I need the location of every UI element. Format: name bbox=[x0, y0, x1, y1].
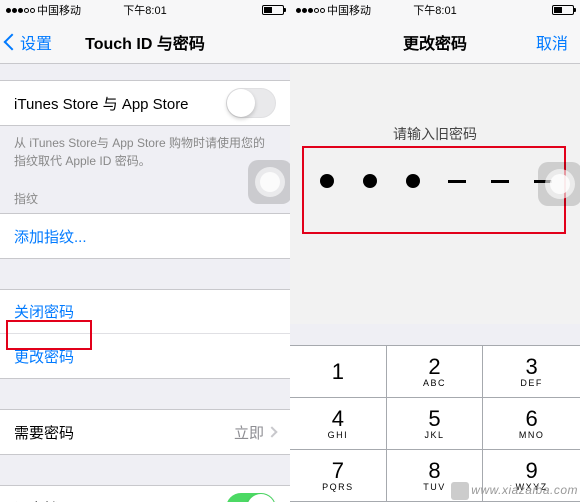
toggle-voice-dial[interactable] bbox=[226, 493, 276, 502]
status-bar: 中国移动 下午8:01 bbox=[0, 0, 290, 20]
change-passcode-screen: 中国移动 下午8:01 更改密码 取消 请输入旧密码 bbox=[290, 0, 580, 502]
row-disable-passcode[interactable]: 关闭密码 bbox=[0, 290, 290, 334]
fingerprint-header: 指纹 bbox=[0, 180, 290, 213]
back-label: 设置 bbox=[20, 30, 52, 54]
row-value: 立即 bbox=[234, 422, 264, 443]
nav-title: Touch ID 与密码 bbox=[85, 30, 205, 54]
back-button[interactable]: 设置 bbox=[6, 30, 52, 54]
key-9[interactable]: 9 WXYZ bbox=[483, 450, 580, 502]
key-2[interactable]: 2 ABC bbox=[387, 346, 484, 398]
row-itunes-store[interactable]: iTunes Store 与 App Store bbox=[0, 81, 290, 125]
toggle-itunes-store[interactable] bbox=[226, 88, 276, 118]
battery-icon bbox=[552, 5, 574, 15]
row-change-passcode[interactable]: 更改密码 bbox=[0, 334, 290, 378]
time-label: 下午8:01 bbox=[0, 2, 290, 18]
chevron-right-icon bbox=[266, 426, 277, 437]
row-label: iTunes Store 与 App Store bbox=[14, 93, 189, 114]
passcode-prompt: 请输入旧密码 bbox=[308, 124, 562, 144]
assistive-touch-icon[interactable] bbox=[248, 160, 290, 204]
key-8[interactable]: 8 TUV bbox=[387, 450, 484, 502]
assistive-touch-icon[interactable] bbox=[538, 162, 580, 206]
settings-screen: 中国移动 下午8:01 设置 Touch ID 与密码 iTunes Store… bbox=[0, 0, 290, 502]
row-label: 关闭密码 bbox=[14, 301, 74, 322]
row-label: 需要密码 bbox=[14, 422, 74, 443]
row-label: 语音拨号 bbox=[14, 498, 74, 502]
key-1[interactable]: 1 bbox=[290, 346, 387, 398]
nav-bar: 更改密码 取消 bbox=[290, 20, 580, 64]
key-4[interactable]: 4 GHI bbox=[290, 398, 387, 450]
status-bar: 中国移动 下午8:01 bbox=[290, 0, 580, 20]
nav-title: 更改密码 bbox=[403, 30, 467, 54]
time-label: 下午8:01 bbox=[290, 2, 580, 18]
row-voice-dial[interactable]: 语音拨号 bbox=[0, 486, 290, 502]
row-add-fingerprint[interactable]: 添加指纹... bbox=[0, 214, 290, 258]
itunes-footer: 从 iTunes Store与 App Store 购物时请使用您的指纹取代 A… bbox=[0, 126, 290, 180]
nav-bar: 设置 Touch ID 与密码 bbox=[0, 20, 290, 64]
passcode-dots bbox=[308, 174, 562, 188]
key-5[interactable]: 5 JKL bbox=[387, 398, 484, 450]
key-6[interactable]: 6 MNO bbox=[483, 398, 580, 450]
row-require-passcode[interactable]: 需要密码 立即 bbox=[0, 410, 290, 454]
chevron-left-icon bbox=[4, 33, 21, 50]
row-label: 添加指纹... bbox=[14, 226, 87, 247]
cancel-button[interactable]: 取消 bbox=[536, 30, 568, 54]
battery-icon bbox=[262, 5, 284, 15]
numeric-keypad: 1 2 ABC 3 DEF 4 GHI 5 JKL 6 MNO bbox=[290, 345, 580, 502]
annotation-highlight bbox=[302, 146, 566, 234]
key-3[interactable]: 3 DEF bbox=[483, 346, 580, 398]
key-7[interactable]: 7 PQRS bbox=[290, 450, 387, 502]
row-label: 更改密码 bbox=[14, 346, 74, 367]
